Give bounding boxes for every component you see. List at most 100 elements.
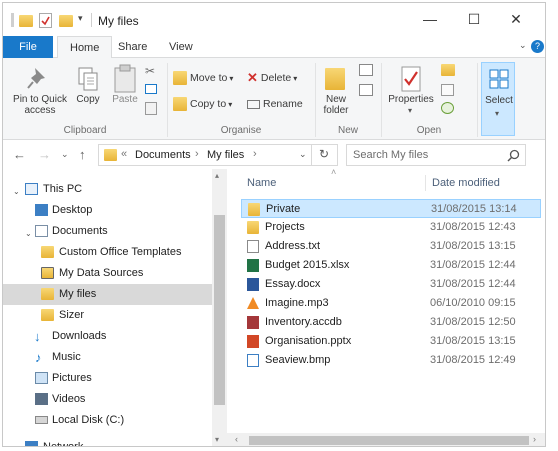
scroll-right-icon[interactable]: › xyxy=(533,434,536,444)
file-name: Projects xyxy=(265,221,305,233)
new-item-icon[interactable] xyxy=(359,64,373,76)
scroll-up-icon[interactable]: ▴ xyxy=(215,171,219,180)
nav-item-videos[interactable]: Videos xyxy=(3,389,213,410)
navigation-pane: ⌄ This PC Desktop ⌄ Documents Custom Off… xyxy=(3,169,227,446)
help-icon[interactable]: ? xyxy=(531,40,544,53)
nav-item-sizer[interactable]: Sizer xyxy=(3,305,213,326)
desktop-icon xyxy=(35,204,48,216)
customize-quick-access-icon[interactable]: ▾ xyxy=(78,13,83,24)
breadcrumb-my-files[interactable]: My files xyxy=(207,149,244,161)
tab-share[interactable]: Share xyxy=(106,36,159,58)
file-name: Essay.docx xyxy=(265,278,321,290)
file-row-address[interactable]: Address.txt 31/08/2015 13:15 xyxy=(241,237,541,256)
address-dropdown-icon[interactable]: ⌄ xyxy=(299,149,307,160)
minimize-button[interactable]: — xyxy=(415,7,445,31)
move-to-button[interactable]: Move to ▾ xyxy=(173,68,233,88)
address-bar[interactable]: « Documents › My files › ⌄ ↻ xyxy=(98,144,338,166)
maximize-button[interactable]: ☐ xyxy=(459,7,489,31)
refresh-icon[interactable]: ↻ xyxy=(319,147,329,161)
back-arrow-icon[interactable]: ← xyxy=(13,147,26,162)
nav-label: My Data Sources xyxy=(59,267,144,279)
edit-icon[interactable] xyxy=(441,84,454,96)
file-row-private[interactable]: Private 31/08/2015 13:14 xyxy=(241,199,541,218)
rename-button[interactable]: Rename xyxy=(247,94,303,114)
nav-item-desktop[interactable]: Desktop xyxy=(3,200,213,221)
nav-item-network[interactable]: Network xyxy=(3,437,213,446)
file-row-seaview[interactable]: Seaview.bmp 31/08/2015 12:49 xyxy=(241,351,541,370)
file-list: ˄ Name Date modified Private 31/08/2015 … xyxy=(227,167,545,446)
close-button[interactable]: ✕ xyxy=(501,7,531,31)
tab-file[interactable]: File xyxy=(3,36,53,58)
file-row-organisation[interactable]: Organisation.pptx 31/08/2015 13:15 xyxy=(241,332,541,351)
copy-to-button[interactable]: Copy to ▾ xyxy=(173,94,232,114)
videos-icon xyxy=(35,393,48,405)
copy-to-label: Copy to xyxy=(190,98,227,110)
delete-button[interactable]: ✕ Delete ▾ xyxy=(247,68,297,88)
easy-access-icon[interactable] xyxy=(359,84,373,96)
nav-item-custom-office-templates[interactable]: Custom Office Templates xyxy=(3,242,213,263)
open-icon[interactable] xyxy=(441,64,455,76)
nav-item-documents[interactable]: ⌄ Documents xyxy=(3,221,213,242)
nav-item-local-disk[interactable]: Local Disk (C:) xyxy=(3,410,213,431)
paste-icon xyxy=(114,64,136,93)
nav-item-my-data-sources[interactable]: My Data Sources xyxy=(3,263,213,284)
recent-locations-icon[interactable]: ⌄ xyxy=(61,149,69,160)
column-header-date[interactable]: Date modified xyxy=(432,177,500,189)
file-name: Address.txt xyxy=(265,240,321,252)
pin-button[interactable]: Pin to Quick access xyxy=(9,62,67,122)
breadcrumb-separator-icon: › xyxy=(253,148,257,160)
paste-shortcut-icon[interactable] xyxy=(145,102,157,115)
copy-to-icon xyxy=(173,97,187,111)
file-row-projects[interactable]: Projects 31/08/2015 12:43 xyxy=(241,218,541,237)
column-header-name[interactable]: Name xyxy=(247,177,276,189)
up-arrow-icon[interactable]: ↑ xyxy=(79,147,86,162)
pin-icon xyxy=(27,68,45,89)
scroll-thumb[interactable] xyxy=(249,436,529,445)
nav-item-this-pc[interactable]: ⌄ This PC xyxy=(3,179,213,200)
forward-arrow-icon[interactable]: → xyxy=(38,147,51,162)
properties-icon xyxy=(401,66,421,92)
history-icon[interactable] xyxy=(441,102,454,114)
breadcrumb-overflow-icon[interactable]: « xyxy=(121,148,127,160)
scroll-thumb[interactable] xyxy=(214,215,225,405)
file-name: Imagine.mp3 xyxy=(265,297,329,309)
search-input[interactable]: Search My files xyxy=(346,144,526,166)
downloads-icon: ↓ xyxy=(34,329,41,344)
nav-item-downloads[interactable]: ↓ Downloads xyxy=(3,326,213,347)
column-divider[interactable] xyxy=(425,175,426,191)
expand-chevron-icon[interactable]: ⌄ xyxy=(25,223,32,244)
nav-label: Desktop xyxy=(52,204,93,216)
breadcrumb-documents[interactable]: Documents xyxy=(135,149,191,161)
select-button[interactable]: Select ▾ xyxy=(481,62,515,136)
cut-icon[interactable]: ✂ xyxy=(145,64,159,78)
nav-scrollbar[interactable]: ▴ ▾ xyxy=(212,169,227,446)
paste-label: Paste xyxy=(112,94,138,105)
file-row-inventory[interactable]: Inventory.accdb 31/08/2015 12:50 xyxy=(241,313,541,332)
properties-button[interactable]: Properties ▾ xyxy=(387,62,435,122)
horizontal-scrollbar[interactable]: ‹ › xyxy=(227,433,545,446)
file-row-budget[interactable]: Budget 2015.xlsx 31/08/2015 12:44 xyxy=(241,256,541,275)
nav-item-my-files[interactable]: My files xyxy=(3,284,213,305)
properties-icon[interactable] xyxy=(39,13,52,28)
nav-item-pictures[interactable]: Pictures xyxy=(3,368,213,389)
new-folder-button[interactable]: New folder xyxy=(317,62,355,122)
scroll-down-icon[interactable]: ▾ xyxy=(215,435,219,444)
copy-path-icon[interactable] xyxy=(145,84,157,94)
tab-view[interactable]: View xyxy=(157,36,205,58)
disk-icon xyxy=(35,416,48,424)
file-row-imagine[interactable]: Imagine.mp3 06/10/2010 09:15 xyxy=(241,294,541,313)
copy-button[interactable]: Copy xyxy=(71,62,105,122)
scroll-left-icon[interactable]: ‹ xyxy=(235,434,238,444)
search-icon[interactable] xyxy=(507,149,520,162)
new-folder-icon xyxy=(325,68,345,90)
search-placeholder: Search My files xyxy=(353,149,429,161)
paste-button[interactable]: Paste xyxy=(107,62,143,122)
tab-home[interactable]: Home xyxy=(57,36,113,59)
new-folder-icon[interactable] xyxy=(59,15,73,27)
word-icon xyxy=(247,278,259,291)
music-icon: ♪ xyxy=(35,350,42,365)
file-row-essay[interactable]: Essay.docx 31/08/2015 12:44 xyxy=(241,275,541,294)
nav-item-music[interactable]: ♪ Music xyxy=(3,347,213,368)
access-icon xyxy=(247,316,259,329)
expand-chevron-icon[interactable]: ⌄ xyxy=(13,181,20,202)
